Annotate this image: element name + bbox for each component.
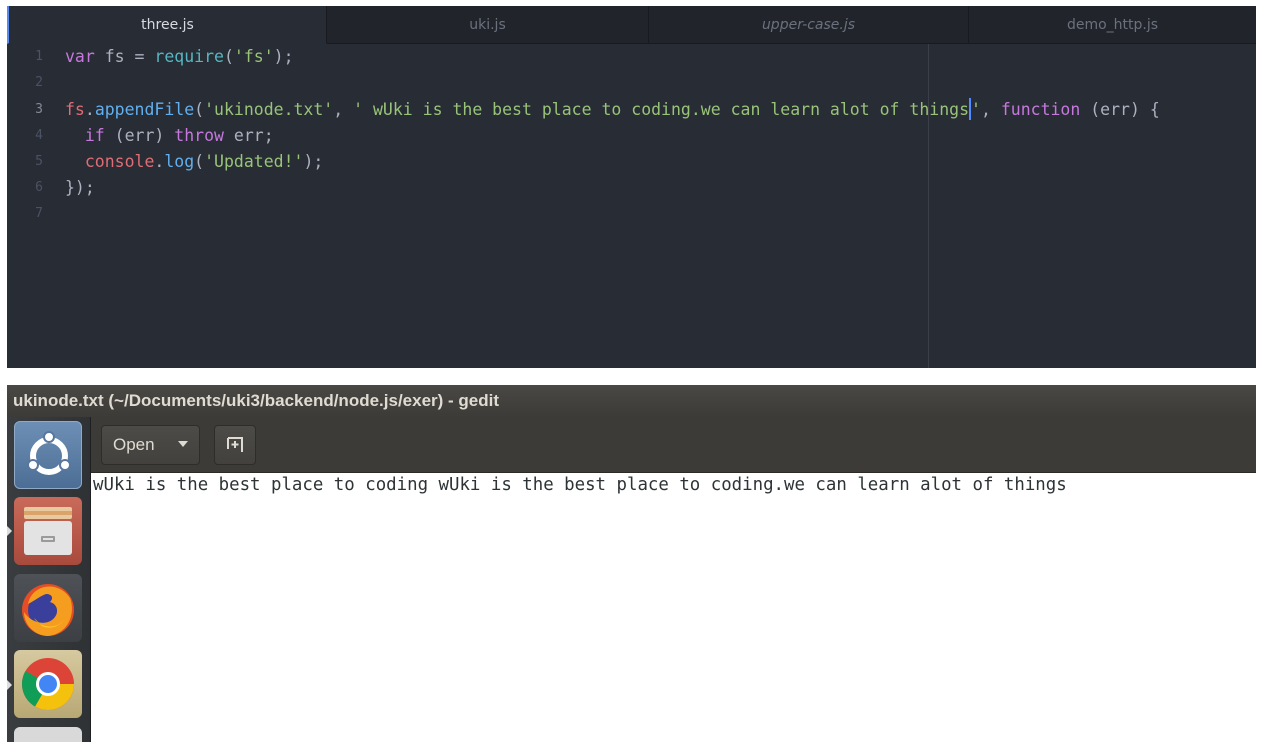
tab-upper-case-js[interactable]: upper-case.js [649,6,969,44]
code-token: fs = [94,47,155,66]
code-token: console [84,152,155,171]
code-token: 'Updated!' [204,152,304,171]
code-token: (err) [104,126,175,145]
code-token: ); [303,152,324,171]
code-token: var [65,47,95,66]
files-icon[interactable] [14,497,82,565]
code-token: , [980,100,1001,119]
line-number: 3 [35,102,43,117]
code-line[interactable]: fs.appendFile('ukinode.txt', ' wUki is t… [65,97,1160,123]
tab-label: upper-case.js [761,17,856,33]
code-token: , [333,100,354,119]
code-token: require [154,47,224,66]
code-token: }); [65,178,95,197]
gedit-header-bar: Open [91,417,1256,473]
code-token: ); [273,47,294,66]
tab-three-js[interactable]: three.js [7,6,327,44]
running-indicator [7,680,12,690]
code-token: fs [65,100,85,119]
chrome-icon[interactable] [14,650,82,718]
ubuntu-dash-icon[interactable] [14,421,82,489]
code-token: appendFile [94,100,195,119]
document-text-area[interactable]: wUki is the best place to coding wUki is… [91,473,1256,742]
firefox-icon[interactable] [14,574,82,642]
line-number: 7 [35,206,43,221]
new-tab-button[interactable] [214,425,256,465]
open-button[interactable]: Open [101,425,200,465]
code-token: 'ukinode.txt' [204,100,334,119]
code-token: err; [223,126,274,145]
line-number: 5 [35,154,43,169]
tab-label: uki.js [469,17,506,33]
code-area[interactable]: var fs = require('fs'); fs.appendFile('u… [65,44,1256,368]
code-token: ( [194,152,205,171]
tab-label: demo_http.js [1066,17,1159,33]
code-token: . [84,100,95,119]
code-editor-window: three.js uki.js upper-case.js demo_http.… [7,6,1256,368]
window-title: ukinode.txt (~/Documents/uki3/backend/no… [7,385,1256,417]
code-token: ( [223,47,234,66]
code-token: ' [971,100,981,119]
line-number: 6 [35,180,43,195]
code-line[interactable]: console.log('Updated!'); [65,149,323,175]
code-token: log [164,152,195,171]
document-text: wUki is the best place to coding wUki is… [93,475,1067,495]
code-line[interactable]: if (err) throw err; [65,123,274,149]
new-document-icon [227,437,243,452]
code-line[interactable]: var fs = require('fs'); [65,44,294,70]
code-token: . [154,152,165,171]
code-line[interactable]: }); [65,175,95,201]
gedit-window: ukinode.txt (~/Documents/uki3/backend/no… [7,385,1256,742]
editor-tab-bar: three.js uki.js upper-case.js demo_http.… [7,6,1256,44]
code-token: if [84,126,105,145]
line-number-gutter: 1 2 3 4 5 6 7 [7,44,55,368]
line-number: 1 [35,49,43,64]
code-token: ' wUki is the best place to coding.we ca… [353,100,970,119]
code-token: (err) { [1080,100,1160,119]
tab-label: three.js [141,17,194,33]
running-indicator [7,526,12,536]
chevron-down-icon [178,441,188,447]
unity-launcher [7,417,91,742]
code-token: ( [194,100,205,119]
launcher-item-partial[interactable] [14,727,82,742]
tab-uki-js[interactable]: uki.js [327,6,649,44]
line-number: 2 [35,75,43,90]
code-token: 'fs' [233,47,274,66]
code-token: function [1000,100,1081,119]
tab-demo-http-js[interactable]: demo_http.js [969,6,1256,44]
line-number: 4 [35,128,43,143]
open-button-label: Open [113,435,155,454]
code-token: throw [174,126,224,145]
